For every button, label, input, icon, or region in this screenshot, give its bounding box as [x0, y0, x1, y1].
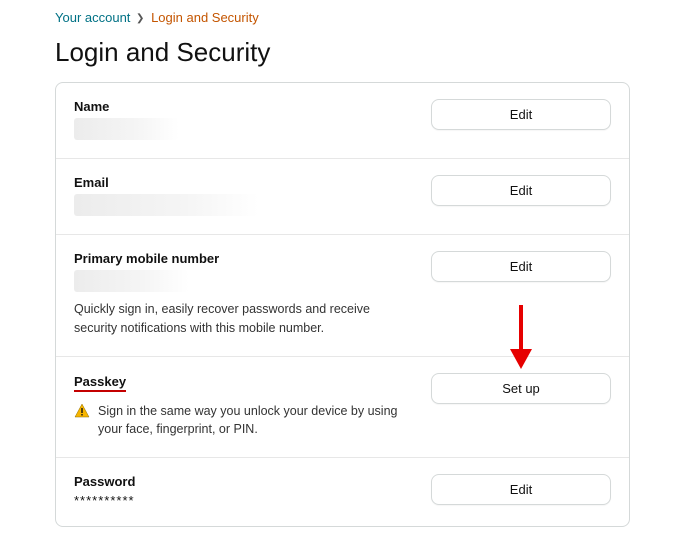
warning-icon: [74, 403, 90, 424]
edit-name-button[interactable]: Edit: [431, 99, 611, 130]
passkey-description: Sign in the same way you unlock your dev…: [98, 402, 411, 440]
chevron-right-icon: ❯: [136, 13, 144, 24]
edit-email-button[interactable]: Edit: [431, 175, 611, 206]
edit-password-button[interactable]: Edit: [431, 474, 611, 505]
phone-label: Primary mobile number: [74, 251, 411, 266]
row-password: Password ********** Edit: [56, 458, 629, 526]
row-phone: Primary mobile number Quickly sign in, e…: [56, 235, 629, 357]
settings-card: Name Edit Email Edit Primary mobile numb…: [55, 82, 630, 527]
breadcrumb-current: Login and Security: [151, 10, 259, 25]
row-email: Email Edit: [56, 159, 629, 235]
password-label: Password: [74, 474, 411, 489]
email-label: Email: [74, 175, 411, 190]
phone-description: Quickly sign in, easily recover password…: [74, 300, 411, 338]
row-name: Name Edit: [56, 83, 629, 159]
setup-passkey-button[interactable]: Set up: [431, 373, 611, 404]
name-label: Name: [74, 99, 411, 114]
password-masked-value: **********: [74, 493, 411, 508]
email-value-redacted: [74, 194, 259, 216]
name-value-redacted: [74, 118, 179, 140]
passkey-label: Passkey: [74, 374, 126, 392]
phone-value-redacted: [74, 270, 189, 292]
page-title: Login and Security: [55, 37, 630, 68]
breadcrumb: Your account ❯ Login and Security: [55, 0, 630, 37]
breadcrumb-root-link[interactable]: Your account: [55, 10, 130, 25]
row-passkey: Passkey Sign in the same way you unlock …: [56, 357, 629, 459]
edit-phone-button[interactable]: Edit: [431, 251, 611, 282]
